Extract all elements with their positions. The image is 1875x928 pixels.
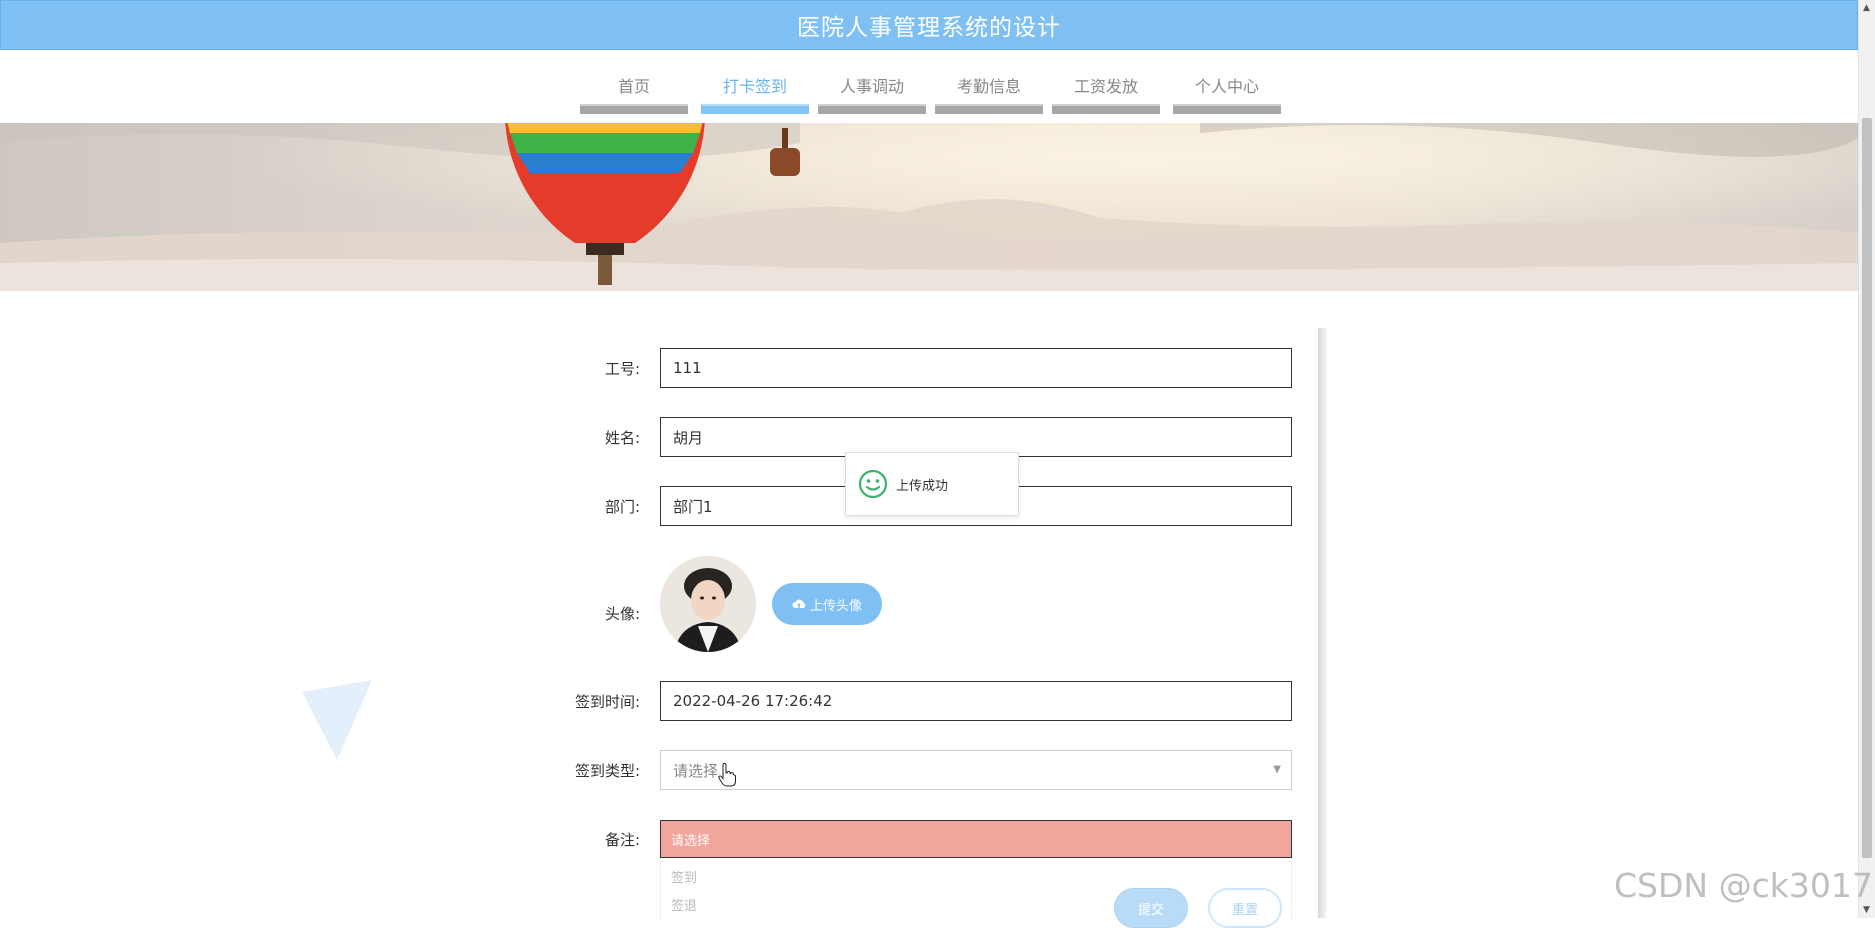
nav-item-underline	[1052, 104, 1160, 114]
checkin-type-label: 签到类型:	[574, 762, 640, 780]
employee-no-label: 工号:	[604, 360, 640, 378]
banner-illustration	[0, 123, 1858, 291]
smile-icon	[858, 469, 888, 499]
employee-no-input[interactable]: 111	[660, 348, 1292, 388]
cloud-upload-icon	[792, 599, 806, 608]
department-label: 部门:	[604, 498, 640, 516]
toast-message: 上传成功	[896, 478, 949, 494]
checkin-time-label: 签到时间:	[574, 693, 640, 711]
nav-item-label: 人事调动	[839, 77, 904, 96]
nav-item-label: 个人中心	[1194, 77, 1259, 96]
decorative-triangle	[302, 680, 372, 760]
caret-down-icon: ▼	[1273, 764, 1281, 775]
name-input[interactable]: 胡月	[660, 417, 1292, 457]
nav-item-checkin[interactable]: 打卡签到	[701, 50, 809, 114]
nav-item-underline	[818, 104, 926, 114]
form-panel-shadow	[1318, 328, 1328, 918]
dropdown-option-placeholder[interactable]: 请选择	[660, 820, 1292, 858]
nav-item-underline	[580, 104, 688, 114]
reset-button[interactable]: 重置	[1208, 888, 1282, 928]
name-label: 姓名:	[604, 429, 640, 447]
remark-label: 备注:	[604, 831, 640, 849]
checkin-type-placeholder: 请选择	[673, 761, 719, 780]
checkin-time-input[interactable]: 2022-04-26 17:26:42	[660, 681, 1292, 721]
nav-item-label: 首页	[617, 77, 650, 96]
checkin-type-select[interactable]: 请选择 ▼	[660, 750, 1292, 790]
employee-no-row: 工号: 111	[520, 348, 1300, 388]
nav-item-underline	[1173, 104, 1281, 114]
nav-item-attendance[interactable]: 考勤信息	[935, 50, 1043, 114]
nav-item-underline	[935, 104, 1043, 114]
nav-item-transfer[interactable]: 人事调动	[818, 50, 926, 114]
nav-item-salary[interactable]: 工资发放	[1052, 50, 1160, 114]
submit-button[interactable]: 提交	[1114, 888, 1188, 928]
avatar-row: 头像:	[520, 593, 1300, 633]
watermark: CSDN @ck3017	[1614, 866, 1873, 905]
nav-item-underline	[701, 104, 809, 114]
hand-pointer-icon	[718, 763, 736, 787]
avatar-label: 头像:	[604, 605, 640, 623]
nav-item-profile[interactable]: 个人中心	[1173, 50, 1281, 114]
dropdown-option-checkout[interactable]: 签退	[660, 891, 1292, 918]
main-nav: 首页 打卡签到 人事调动 考勤信息 工资发放 个人中心	[0, 50, 1858, 123]
dropdown-option-checkin[interactable]: 签到	[660, 861, 1292, 891]
upload-avatar-label: 上传头像	[809, 598, 862, 614]
nav-item-label: 工资发放	[1073, 77, 1138, 96]
scroll-down-arrow-icon[interactable]: ▼	[1863, 905, 1870, 915]
app-header: 医院人事管理系统的设计	[0, 0, 1858, 50]
vertical-scrollbar[interactable]: ▲ ▼	[1858, 0, 1875, 918]
name-row: 姓名: 胡月	[520, 417, 1300, 457]
upload-avatar-button[interactable]: 上传头像	[772, 583, 882, 625]
nav-item-label: 打卡签到	[722, 77, 787, 96]
avatar-image	[660, 556, 756, 652]
success-toast: 上传成功	[845, 452, 1019, 516]
avatar	[660, 556, 756, 652]
app-title: 医院人事管理系统的设计	[797, 15, 1061, 41]
scrollbar-thumb[interactable]	[1862, 118, 1872, 858]
scroll-up-arrow-icon[interactable]: ▲	[1863, 3, 1870, 13]
nav-item-label: 考勤信息	[956, 77, 1021, 96]
nav-item-home[interactable]: 首页	[580, 50, 688, 114]
hero-banner	[0, 123, 1858, 291]
checkin-time-row: 签到时间: 2022-04-26 17:26:42	[520, 681, 1300, 721]
checkin-type-row: 签到类型: 请选择 ▼	[520, 750, 1300, 790]
